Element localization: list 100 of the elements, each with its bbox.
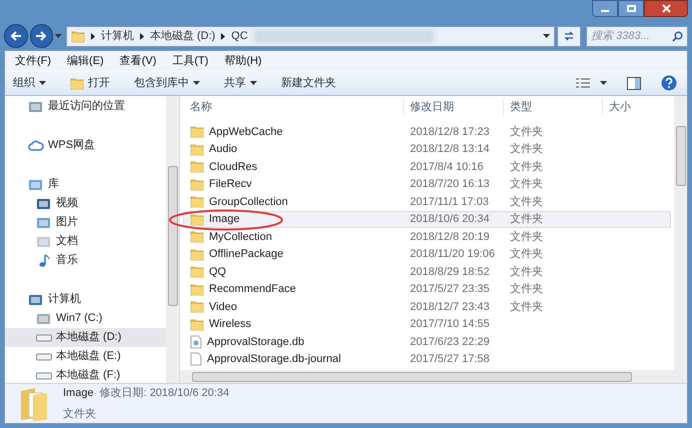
folder-icon	[190, 178, 204, 191]
picture-icon	[36, 216, 51, 230]
close-button[interactable]	[644, 0, 688, 17]
nav-item[interactable]: 计算机	[5, 290, 166, 309]
file-row[interactable]: OfflinePackage 2018/11/20 19:06 文件夹	[183, 246, 671, 263]
breadcrumb[interactable]: 本地磁盘 (D:)	[150, 28, 216, 44]
chevron-icon	[90, 32, 95, 40]
file-row[interactable]: AppWebCache 2018/12/8 17:23 文件夹	[183, 123, 671, 140]
refresh-button[interactable]	[557, 26, 581, 46]
nav-item[interactable]: 本地磁盘 (E:)	[5, 347, 166, 366]
nav-item[interactable]: 最近访问的位置	[5, 97, 166, 116]
folder-icon	[190, 160, 204, 174]
details-modified: 修改日期: 2018/10/6 20:34	[100, 386, 230, 401]
search-icon	[672, 30, 683, 42]
folder-icon	[190, 318, 204, 331]
file-row[interactable]: FileRecv 2018/7/20 16:13 文件夹	[183, 176, 671, 193]
toolbar-button[interactable]: 组织	[13, 74, 46, 92]
nav-item[interactable]: 库	[5, 175, 166, 194]
folder-icon	[70, 30, 85, 42]
nav-item[interactable]: 音乐	[5, 251, 166, 270]
address-bar[interactable]: 计算机 本地磁盘 (D:) QC	[66, 26, 556, 46]
column-header[interactable]: 修改日期	[403, 98, 503, 116]
caret-icon	[39, 81, 46, 85]
nav-item[interactable]: 图片	[5, 213, 166, 232]
nav-item[interactable]: Win7 (C:)	[5, 309, 166, 328]
large-folder-icon	[19, 386, 49, 420]
column-header[interactable]: 名称	[180, 98, 403, 116]
breadcrumb[interactable]: QC	[231, 28, 248, 44]
menu-item[interactable]: 帮助(H)	[224, 52, 262, 70]
database-file-icon	[190, 334, 202, 349]
file-row[interactable]: MyCollection 2018/12/8 20:19 文件夹	[183, 228, 671, 246]
folder-icon	[190, 142, 204, 156]
folder-icon	[190, 125, 204, 138]
caret-icon	[55, 34, 62, 38]
file-row[interactable]: CloudRes 2017/8/4 10:16 文件夹	[183, 158, 671, 176]
chevron-icon	[221, 32, 226, 40]
scrollbar[interactable]	[674, 96, 687, 383]
folder-icon	[190, 230, 204, 244]
refresh-icon	[563, 31, 576, 41]
scrollbar[interactable]	[166, 96, 179, 383]
music-note-icon	[38, 254, 50, 268]
nav-item[interactable]: 视频	[5, 194, 166, 213]
file-row[interactable]: QQ 2018/8/29 18:52 文件夹	[183, 263, 671, 280]
toolbar-button[interactable]: 新建文件夹	[281, 74, 336, 92]
nav-item[interactable]: WPS网盘	[5, 136, 166, 155]
horizontal-scrollbar[interactable]	[180, 370, 674, 383]
column-header[interactable]: 类型	[503, 98, 602, 116]
caret-icon	[543, 34, 550, 38]
nav-item[interactable]: 本地磁盘 (D:)	[5, 328, 166, 347]
drive-icon	[36, 334, 52, 342]
cloud-icon	[28, 140, 44, 151]
forward-arrow-icon	[35, 31, 48, 41]
caret-icon	[600, 81, 607, 85]
details-type: 文件夹	[63, 406, 97, 422]
document-icon	[36, 234, 51, 248]
file-row[interactable]: Video 2018/12/7 23:43 文件夹	[183, 298, 671, 316]
menu-item[interactable]: 查看(V)	[120, 52, 156, 70]
minimize-button[interactable]	[592, 0, 618, 17]
file-row[interactable]: Audio 2018/12/8 13:14 文件夹	[183, 140, 671, 158]
folder-icon	[190, 212, 204, 226]
file-row[interactable]: Image 2018/10/6 20:34 文件夹	[183, 210, 671, 228]
nav-item[interactable]: 本地磁盘 (F:)	[5, 366, 166, 383]
caret-icon	[193, 81, 200, 85]
help-icon[interactable]	[661, 75, 677, 91]
toolbar-button[interactable]: 共享	[224, 74, 257, 92]
close-icon	[662, 4, 670, 13]
maximize-button[interactable]	[618, 0, 644, 17]
file-row[interactable]: ApprovalStorage.db-journal 2017/5/27 17:58	[183, 350, 671, 368]
file-row[interactable]: ApprovalStorage.db 2017/6/23 22:29	[183, 333, 671, 350]
menu-item[interactable]: 文件(F)	[15, 52, 52, 70]
menu-item[interactable]: 工具(T)	[172, 52, 208, 70]
film-icon	[36, 196, 51, 210]
view-list-icon[interactable]	[576, 77, 590, 89]
back-arrow-icon	[10, 31, 22, 41]
toolbar-button[interactable]: 打开	[70, 74, 110, 92]
folder-icon	[190, 195, 204, 208]
toolbar-button[interactable]: 包含到库中	[134, 74, 200, 92]
recent-places-icon	[28, 100, 43, 114]
breadcrumb[interactable]: 计算机	[100, 28, 134, 44]
drive-icon	[36, 352, 52, 360]
nav-item[interactable]: 文档	[5, 232, 166, 251]
folder-icon	[190, 265, 204, 278]
file-row[interactable]: RecommendFace 2017/5/27 23:35 文件夹	[183, 280, 671, 298]
details-name: Image	[63, 386, 94, 401]
folder-icon	[190, 248, 204, 261]
folder-icon	[190, 300, 204, 314]
computer-icon	[28, 292, 43, 306]
open-folder-icon	[70, 76, 84, 90]
system-drive-icon	[36, 312, 51, 326]
menu-item[interactable]: 编辑(E)	[67, 52, 104, 70]
back-button[interactable]	[4, 24, 28, 48]
library-icon	[28, 178, 43, 192]
drive-icon	[36, 372, 52, 380]
file-row[interactable]: Wireless 2017/7/10 14:55	[183, 316, 671, 333]
folder-icon	[190, 282, 204, 296]
forward-button[interactable]	[30, 24, 54, 48]
preview-pane-icon[interactable]	[627, 76, 641, 90]
file-icon	[190, 352, 202, 366]
chevron-icon	[140, 32, 144, 40]
file-row[interactable]: GroupCollection 2017/11/1 17:03 文件夹	[183, 193, 671, 210]
